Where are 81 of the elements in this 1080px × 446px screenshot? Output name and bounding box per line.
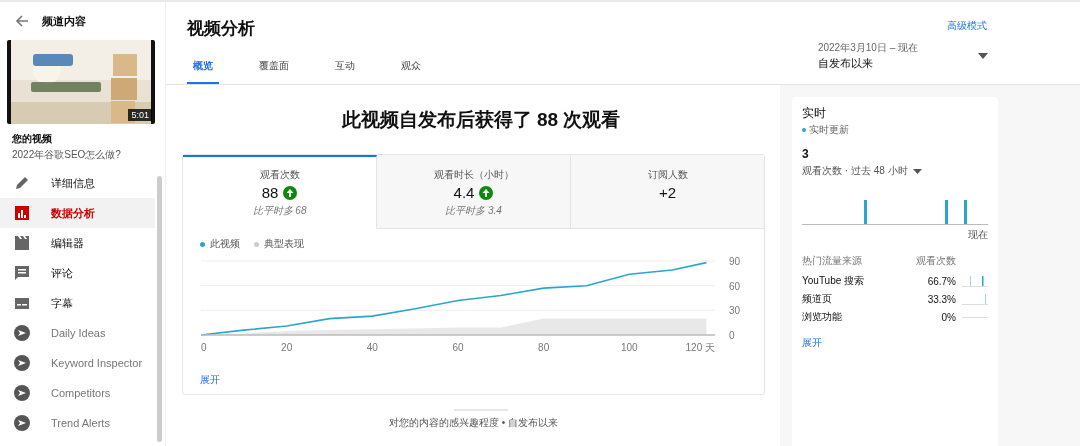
metric-tab[interactable]: 观看次数 88 比平时多 68 (183, 155, 377, 229)
sparkline (962, 293, 988, 305)
source-share: 33.3% (926, 293, 956, 305)
expand-link[interactable]: 展开 (200, 373, 220, 387)
legend-label: 典型表现 (264, 237, 304, 251)
comment-icon (13, 264, 31, 282)
advanced-mode-link[interactable]: 高级模式 (947, 19, 987, 33)
live-label: 实时更新 (809, 123, 849, 137)
date-range-dropdown[interactable]: 2022年3月10日 – 现在 自发布以来 (817, 41, 988, 71)
source-share: 66.7% (926, 275, 956, 287)
realtime-title: 实时 (802, 105, 827, 122)
metric-comparison: 比平时多 68 (252, 204, 307, 218)
metric-comparison: 比平时多 3.4 (445, 204, 502, 218)
x-tick-label: 100 (621, 342, 638, 353)
metric-tab[interactable]: 订阅人数 +2 (571, 155, 764, 229)
metric-label: 观看时长（小时） (433, 168, 514, 182)
legend-label: 此视频 (210, 237, 240, 251)
back-arrow-icon[interactable] (14, 13, 30, 29)
x-tick-label: 20 (281, 342, 293, 353)
section-caption: 对您的内容的感兴趣程度 • 自发布以来 (387, 416, 560, 430)
tab[interactable]: 覆盖面 (253, 55, 295, 84)
film-icon (13, 234, 31, 252)
scrollbar[interactable] (157, 176, 162, 442)
live-dot-icon (802, 128, 806, 132)
tab[interactable]: 互动 (329, 55, 361, 84)
metric-value: +2 (658, 184, 677, 201)
period-dropdown[interactable]: 观看次数 · 过去 48 小时 (802, 164, 988, 178)
realtime-count: 3 (802, 147, 810, 161)
sidebar-item[interactable]: 字幕 (0, 288, 155, 318)
sidebar-item[interactable]: Trend Alerts (0, 408, 155, 438)
date-range-dates: 2022年3月10日 – 现在 (817, 41, 918, 55)
bar-chart-icon (13, 204, 31, 222)
tab[interactable]: 概览 (187, 55, 219, 84)
sidebar-item[interactable]: Daily Ideas (0, 318, 155, 348)
expand-link[interactable]: 展开 (802, 336, 822, 350)
y-tick-label: 60 (729, 280, 741, 292)
sidebar-item[interactable]: 数据分析 (0, 198, 155, 228)
extension-icon (13, 384, 31, 402)
metric-value: 88 (261, 184, 279, 201)
video-heading: 您的视频 (12, 132, 53, 146)
caret-icon (978, 53, 988, 59)
source-share: 0% (940, 311, 956, 323)
date-range-label: 自发布以来 (817, 56, 874, 71)
column-header: 热门流量来源 (802, 254, 863, 268)
source-name: 浏览功能 (802, 310, 843, 324)
y-tick-label: 90 (729, 256, 741, 267)
extension-icon (13, 324, 31, 342)
source-name: 频道页 (802, 292, 833, 306)
sparkline (962, 275, 988, 287)
sidebar-item[interactable]: Keyword Inspector (0, 348, 155, 378)
duration-badge: 5:01 (128, 109, 152, 121)
column-header: 观看次数 (915, 254, 956, 268)
y-tick-label: 30 (729, 305, 741, 317)
x-tick-label: 0 (201, 342, 207, 353)
sparkline (962, 316, 988, 318)
chart-end-label: 现在 (967, 228, 988, 242)
metric-value: 4.4 (453, 184, 475, 201)
page-title: 视频分析 (187, 18, 256, 40)
x-tick-label: 80 (538, 342, 550, 353)
extension-icon (13, 354, 31, 372)
sidebar-item[interactable]: 评论 (0, 258, 155, 288)
legend-dot (254, 241, 259, 247)
tab[interactable]: 观众 (395, 55, 427, 84)
sidebar-item[interactable]: 详细信息 (0, 168, 155, 198)
caret-icon (912, 168, 922, 174)
legend-dot (200, 241, 205, 247)
metric-label: 观看次数 (259, 168, 300, 182)
x-tick-label: 60 (452, 342, 464, 353)
sidebar-title: 频道内容 (42, 13, 86, 29)
metric-label: 订阅人数 (647, 168, 688, 182)
video-title: 2022年谷歌SEO怎么做? (12, 148, 122, 162)
sidebar-item[interactable]: Competitors (0, 378, 155, 408)
source-name: YouTube 搜索 (802, 274, 866, 288)
extension-icon (13, 414, 31, 432)
sidebar-item[interactable]: 编辑器 (0, 228, 155, 258)
x-tick-label: 120 天 (685, 342, 715, 353)
y-tick-label: 0 (729, 330, 735, 341)
metric-tab[interactable]: 观看时长（小时） 4.4 比平时多 3.4 (377, 155, 571, 229)
x-tick-label: 40 (366, 342, 378, 353)
headline: 此视频自发布后获得了 88 次观看 (340, 108, 622, 132)
pencil-icon (13, 174, 31, 192)
